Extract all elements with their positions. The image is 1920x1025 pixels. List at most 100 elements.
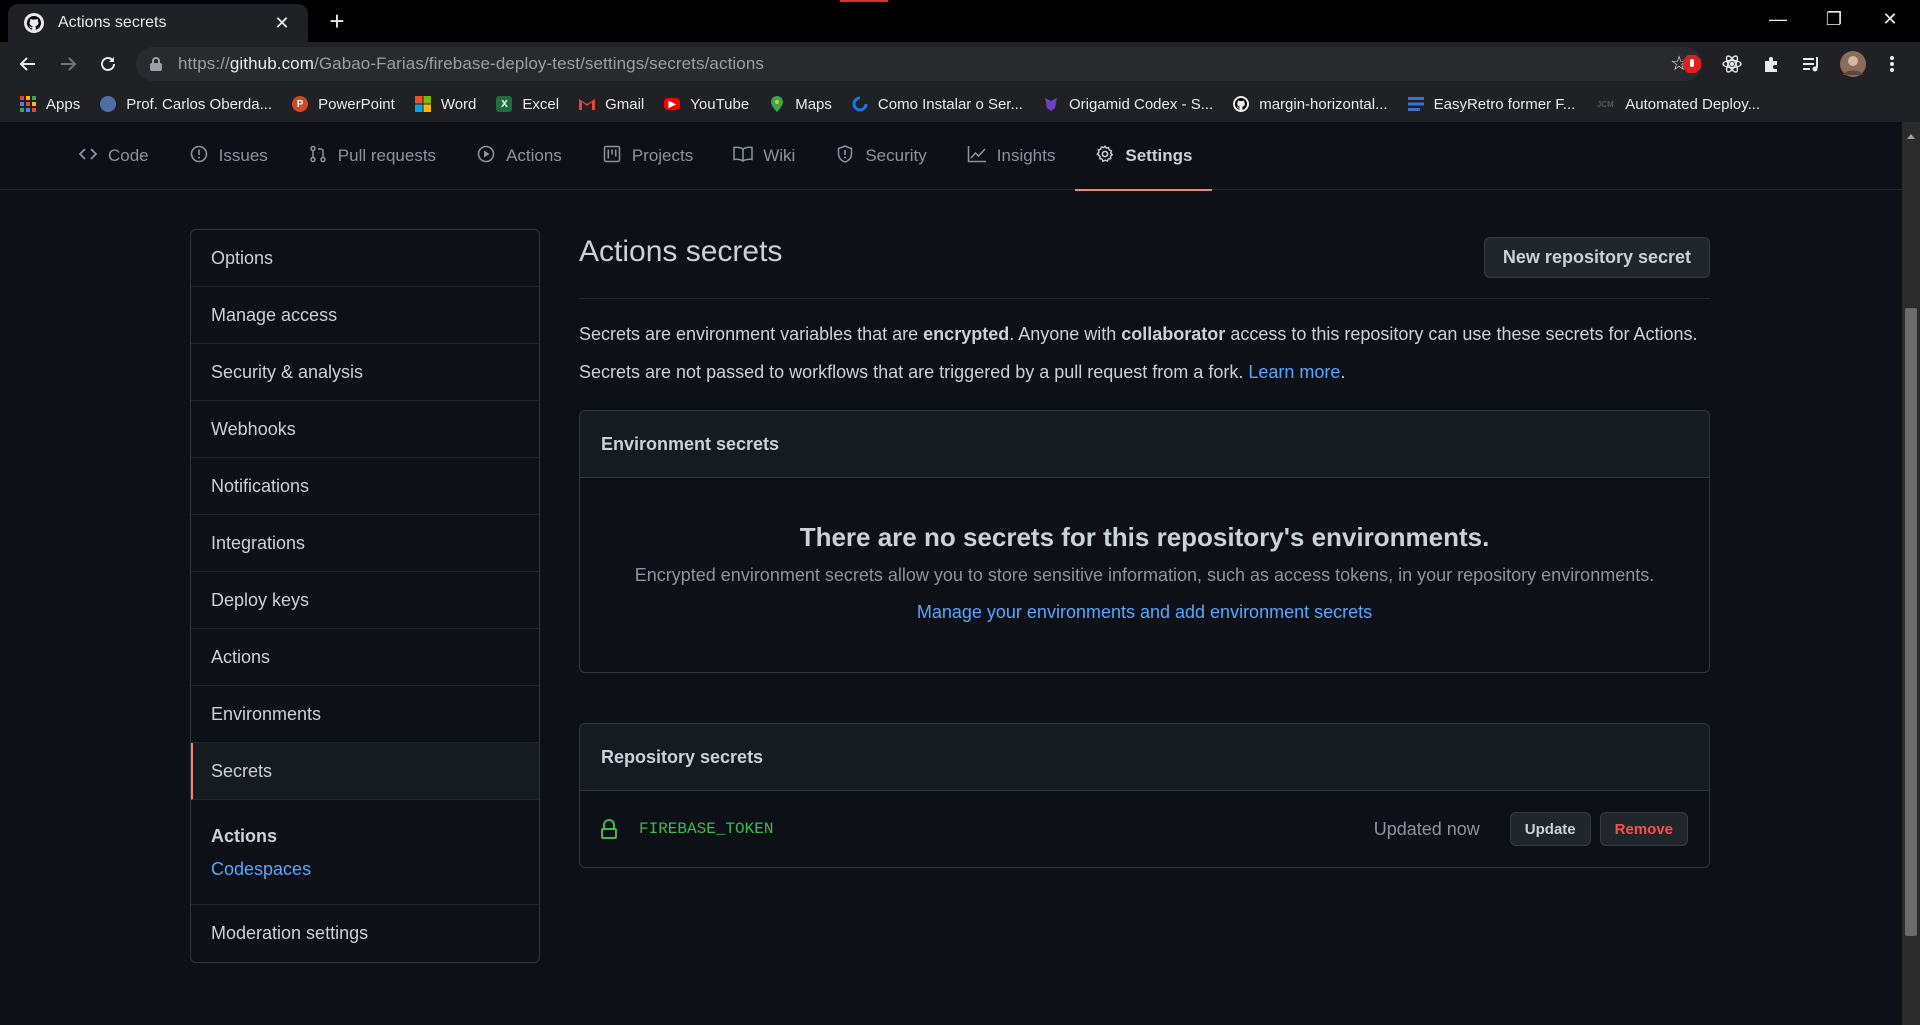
environment-secrets-box: Environment secrets There are no secrets… bbox=[579, 410, 1710, 673]
tab-wiki[interactable]: Wiki bbox=[713, 122, 815, 190]
bookmark-label: EasyRetro former F... bbox=[1433, 95, 1576, 113]
new-tab-button[interactable]: + bbox=[322, 8, 352, 36]
sidebar-item-environments[interactable]: Environments bbox=[191, 686, 539, 743]
sidebar-item-webhooks[interactable]: Webhooks bbox=[191, 401, 539, 458]
browser-tab-bar: Actions secrets ✕ + — ❐ ✕ bbox=[0, 0, 1920, 42]
tab-label: Insights bbox=[996, 146, 1056, 165]
tab-issues[interactable]: Issues bbox=[169, 122, 288, 190]
tab-title: Actions secrets bbox=[58, 14, 167, 31]
sidebar-item-moderation-settings[interactable]: Moderation settings bbox=[191, 905, 539, 962]
bookmark-powerpoint[interactable]: P PowerPoint bbox=[292, 96, 395, 113]
sidebar-item-secrets[interactable]: Secrets bbox=[191, 743, 539, 800]
bookmark-margin-horizontal[interactable]: margin-horizontal... bbox=[1233, 96, 1388, 113]
bookmark-label: Maps bbox=[795, 95, 832, 113]
code-icon bbox=[78, 146, 98, 166]
address-bar[interactable]: https://github.com/Gabao-Farias/firebase… bbox=[136, 47, 1702, 81]
tab-label: Code bbox=[108, 146, 149, 165]
bookmark-maps[interactable]: Maps bbox=[769, 96, 832, 113]
bookmark-easyretro[interactable]: EasyRetro former F... bbox=[1407, 95, 1576, 113]
excel-icon: X bbox=[496, 96, 513, 112]
scroll-up-arrow-icon[interactable] bbox=[1907, 134, 1915, 139]
bookmark-label: Excel bbox=[522, 95, 560, 113]
sidebar-item-options[interactable]: Options bbox=[191, 230, 539, 287]
bookmark-como-instalar[interactable]: Como Instalar o Ser... bbox=[852, 96, 1023, 113]
tab-code[interactable]: Code bbox=[58, 122, 169, 190]
scrollbar-thumb[interactable] bbox=[1905, 308, 1917, 936]
bookmark-label: Automated Deploy... bbox=[1625, 95, 1761, 113]
learn-more-link[interactable]: Learn more bbox=[1248, 362, 1340, 382]
secure-lock-icon[interactable] bbox=[150, 57, 162, 71]
reload-icon[interactable] bbox=[94, 50, 122, 78]
sidebar-item-integrations[interactable]: Integrations bbox=[191, 515, 539, 572]
gear-icon bbox=[1095, 144, 1115, 168]
description-line-2: Secrets are not passed to workflows that… bbox=[579, 362, 1346, 382]
page-title: Actions secrets bbox=[579, 235, 783, 268]
github-icon bbox=[1233, 96, 1250, 112]
sidebar-item-manage-access[interactable]: Manage access bbox=[191, 287, 539, 344]
tab-actions[interactable]: Actions bbox=[456, 122, 582, 190]
tab-security[interactable]: Security bbox=[815, 122, 946, 190]
lock-icon bbox=[601, 819, 617, 839]
repository-secrets-box: Repository secrets FIREBASE_TOKEN Update… bbox=[579, 723, 1710, 868]
update-secret-button[interactable]: Update bbox=[1509, 812, 1591, 846]
bookmark-label: PowerPoint bbox=[318, 95, 395, 113]
window-close-icon[interactable]: ✕ bbox=[1862, 0, 1918, 38]
bookmark-apps[interactable]: Apps bbox=[20, 96, 80, 113]
tab-settings[interactable]: Settings bbox=[1075, 122, 1213, 191]
gmail-icon bbox=[579, 96, 596, 112]
tab-close-icon[interactable]: ✕ bbox=[270, 13, 294, 34]
book-icon bbox=[733, 146, 753, 167]
bookmark-youtube[interactable]: ▶ YouTube bbox=[664, 96, 749, 113]
page-scrollbar[interactable] bbox=[1902, 122, 1920, 1025]
tab-label: Pull requests bbox=[337, 146, 437, 165]
profile-avatar[interactable] bbox=[1840, 51, 1866, 77]
main-content: Actions secrets New repository secret Se… bbox=[579, 229, 1710, 868]
blankslate-description: Encrypted environment secrets allow you … bbox=[634, 565, 1655, 585]
forward-arrow-icon[interactable] bbox=[54, 50, 82, 78]
origamid-icon bbox=[1043, 96, 1059, 112]
bookmark-label: YouTube bbox=[690, 95, 750, 113]
profile-icon bbox=[100, 96, 117, 112]
url-text: https://github.com/Gabao-Farias/firebase… bbox=[178, 54, 764, 73]
sidebar-item-deploy-keys[interactable]: Deploy keys bbox=[191, 572, 539, 629]
back-arrow-icon[interactable] bbox=[14, 50, 42, 78]
tab-projects[interactable]: Projects bbox=[582, 122, 713, 190]
play-circle-icon bbox=[476, 145, 496, 168]
adblock-icon[interactable] bbox=[1680, 52, 1704, 76]
bookmark-gmail[interactable]: Gmail bbox=[579, 96, 644, 113]
bookmark-word[interactable]: Word bbox=[414, 96, 476, 113]
github-icon bbox=[24, 13, 44, 33]
bookmark-origamid[interactable]: Origamid Codex - S... bbox=[1043, 96, 1213, 113]
repository-secrets-header: Repository secrets bbox=[580, 724, 1709, 791]
jcm-icon: JCM bbox=[1596, 99, 1614, 109]
graph-icon bbox=[967, 145, 987, 168]
manage-environments-link[interactable]: Manage your environments and add environ… bbox=[917, 602, 1372, 623]
playlist-icon[interactable] bbox=[1800, 52, 1824, 76]
tab-insights[interactable]: Insights bbox=[947, 122, 1076, 190]
remove-secret-button[interactable]: Remove bbox=[1599, 812, 1688, 846]
maps-icon bbox=[769, 96, 785, 112]
browser-toolbar: https://github.com/Gabao-Farias/firebase… bbox=[0, 42, 1920, 86]
react-devtools-icon[interactable] bbox=[1720, 52, 1744, 76]
tab-pull-requests[interactable]: Pull requests bbox=[288, 122, 456, 190]
loading-icon bbox=[852, 96, 868, 112]
sidebar-item-security-analysis[interactable]: Security & analysis bbox=[191, 344, 539, 401]
bookmark-prof-carlos[interactable]: Prof. Carlos Oberda... bbox=[100, 96, 272, 113]
sidebar-link-codespaces[interactable]: Codespaces bbox=[211, 859, 519, 880]
repo-navigation: Code Issues Pull requests Actions Projec… bbox=[0, 122, 1902, 191]
bookmark-label: Gmail bbox=[605, 95, 645, 113]
new-repository-secret-button[interactable]: New repository secret bbox=[1483, 237, 1710, 278]
sidebar-item-actions[interactable]: Actions bbox=[191, 629, 539, 686]
bookmark-excel[interactable]: X Excel bbox=[496, 96, 559, 113]
puzzle-icon[interactable] bbox=[1760, 52, 1784, 76]
description-line-1: Secrets are environment variables that a… bbox=[579, 324, 1698, 344]
bookmark-automated-deploy[interactable]: JCM Automated Deploy... bbox=[1595, 96, 1760, 113]
sidebar-item-notifications[interactable]: Notifications bbox=[191, 458, 539, 515]
minimize-icon[interactable]: — bbox=[1750, 0, 1806, 38]
easyretro-icon bbox=[1407, 96, 1424, 112]
page-heading: Actions secrets New repository secret bbox=[579, 229, 1710, 299]
restore-icon[interactable]: ❐ bbox=[1806, 0, 1862, 38]
browser-tab-active[interactable]: Actions secrets ✕ bbox=[8, 4, 308, 42]
tab-label: Projects bbox=[631, 146, 694, 165]
kebab-menu-icon[interactable] bbox=[1880, 52, 1904, 76]
